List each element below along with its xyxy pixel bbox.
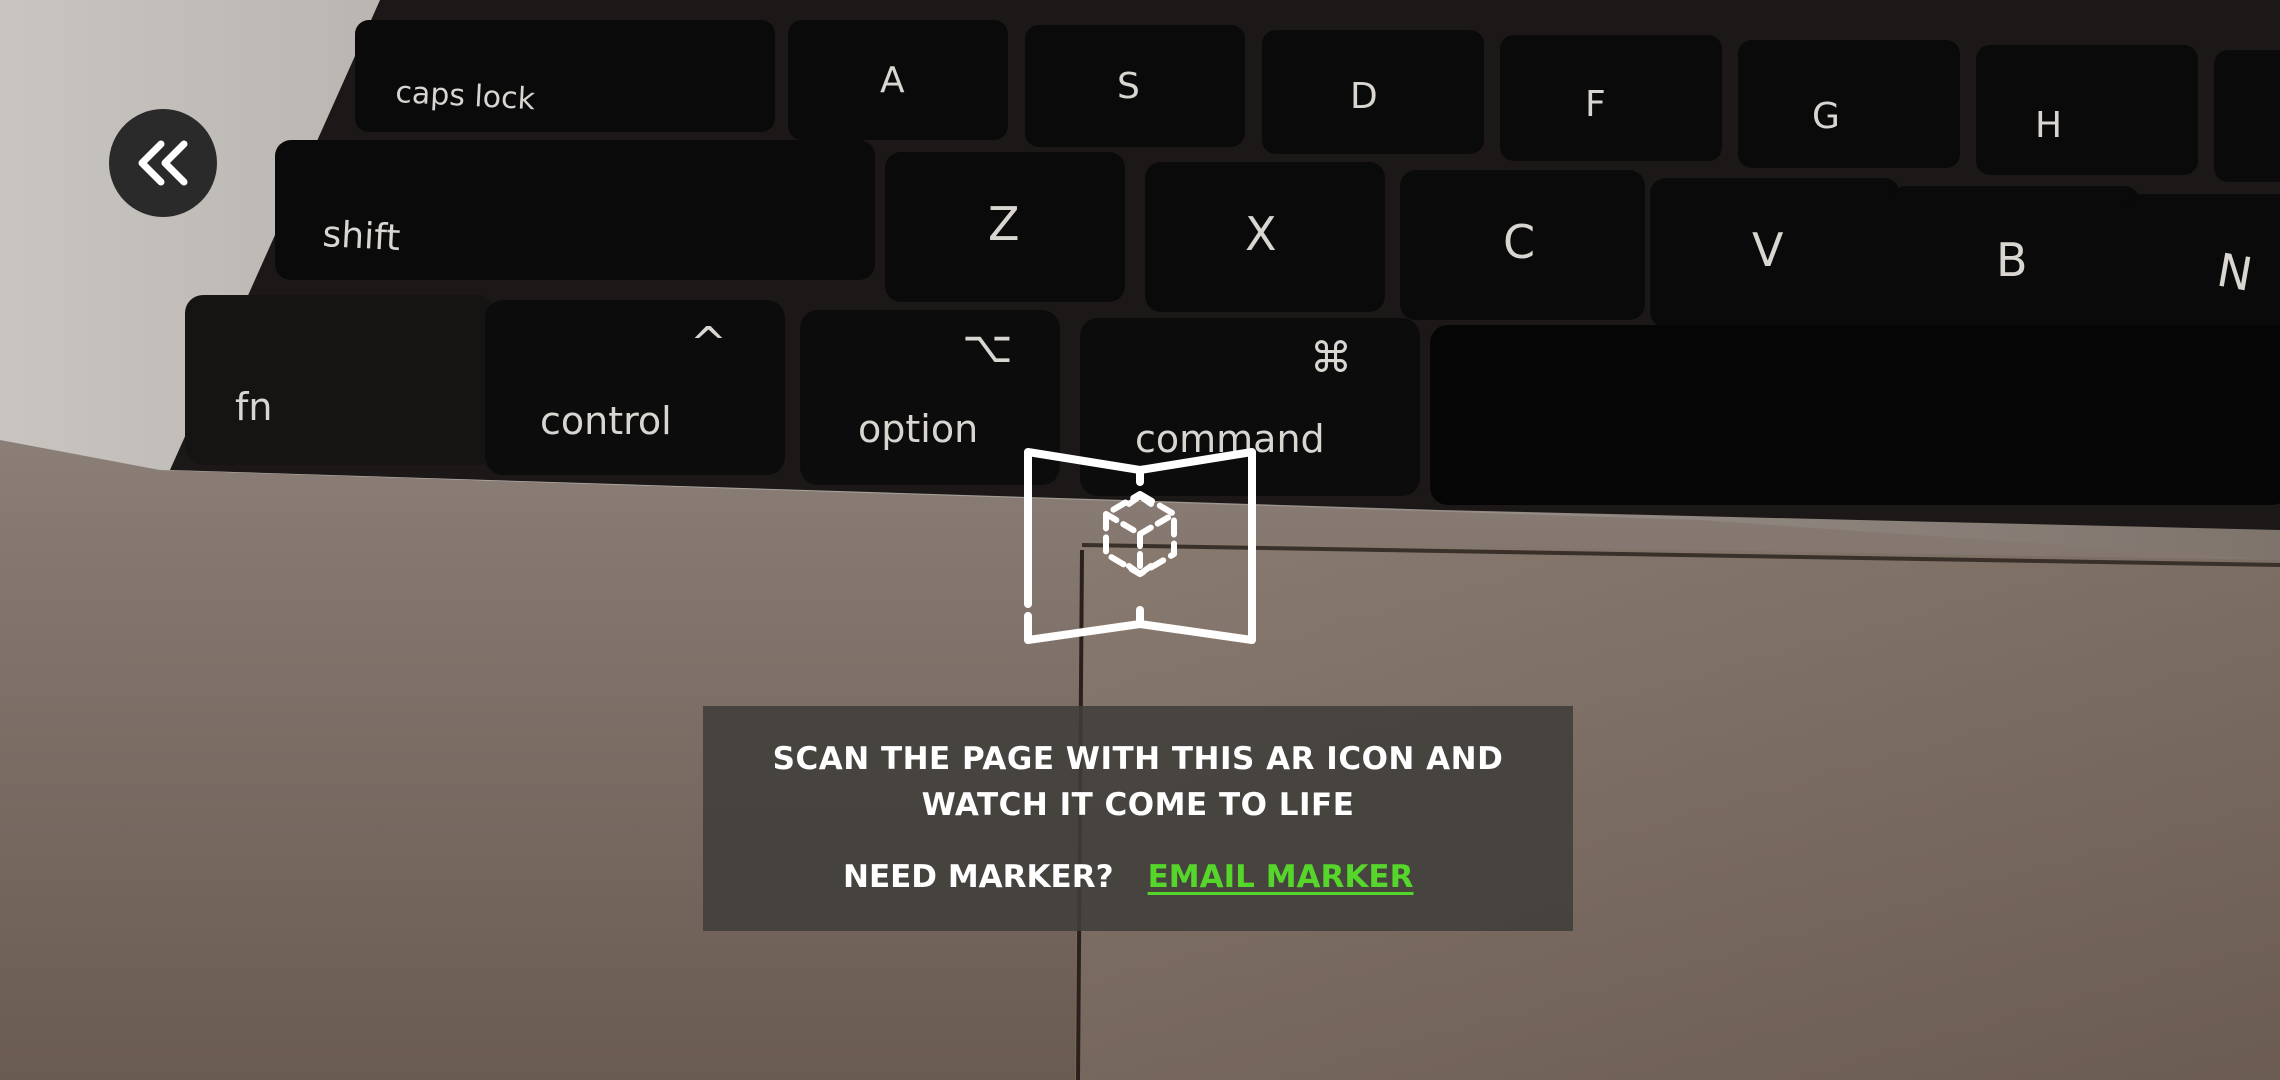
double-chevron-left-icon	[134, 140, 192, 186]
key-caps-lock: caps lock	[395, 75, 537, 117]
email-marker-link[interactable]: EMAIL MARKER	[1148, 859, 1414, 895]
key-control-symbol: ^	[690, 318, 727, 369]
key-fn: fn	[235, 385, 272, 429]
key-command-symbol: ⌘	[1310, 333, 1352, 382]
ar-book-cube-icon	[1018, 444, 1260, 648]
key-c: C	[1503, 215, 1535, 269]
key-shift: shift	[322, 214, 402, 259]
key-s: S	[1117, 66, 1140, 107]
instruction-line-2: WATCH IT COME TO LIFE	[921, 787, 1355, 823]
key-g: G	[1812, 96, 1840, 137]
key-b: B	[1996, 233, 2028, 287]
key-d: D	[1350, 76, 1378, 117]
key-control: control	[540, 399, 672, 443]
key-option: option	[858, 407, 978, 451]
key-x: X	[1245, 207, 1277, 261]
key-option-symbol: ⌥	[962, 322, 1013, 373]
key-f: F	[1585, 84, 1606, 125]
key-a: A	[880, 60, 905, 101]
key-v: V	[1752, 223, 1784, 277]
instruction-text: SCAN THE PAGE WITH THIS AR ICON AND WATC…	[703, 736, 1573, 828]
key-h: H	[2035, 105, 2062, 146]
back-button[interactable]	[109, 109, 217, 217]
marker-row: NEED MARKER? EMAIL MARKER	[843, 854, 1413, 900]
key-z: Z	[988, 197, 1020, 251]
instruction-panel: SCAN THE PAGE WITH THIS AR ICON AND WATC…	[703, 706, 1573, 931]
ar-camera-screen: caps lock A S D F G H shift Z X C V B N …	[0, 0, 2280, 1080]
need-marker-label: NEED MARKER?	[843, 859, 1114, 895]
instruction-line-1: SCAN THE PAGE WITH THIS AR ICON AND	[772, 741, 1504, 777]
